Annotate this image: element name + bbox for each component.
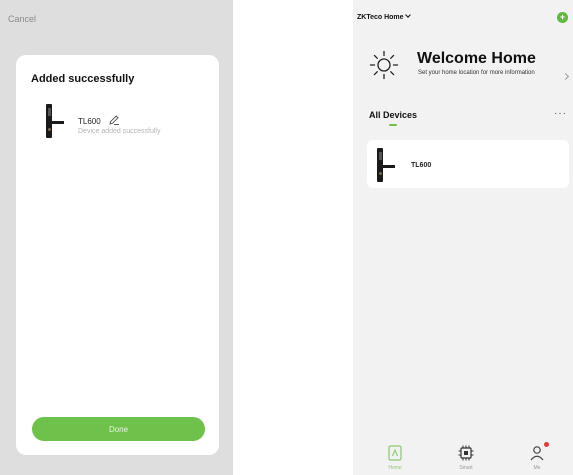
home-icon — [388, 445, 402, 461]
tab-label: Home — [388, 465, 402, 471]
sun-icon — [369, 50, 399, 80]
edit-pencil-icon[interactable] — [108, 114, 120, 126]
device-added-message: Device added successfully — [78, 128, 161, 135]
add-device-button[interactable]: + — [557, 12, 568, 23]
welcome-subtitle[interactable]: Set your home location for more informat… — [418, 70, 538, 77]
home-screen: ZKTeco Home + Welcome Home Set your home… — [353, 0, 573, 475]
bottom-tab-bar: Home Smart Me — [353, 438, 573, 475]
device-name-label: TL600 — [411, 162, 432, 169]
done-button[interactable]: Done — [32, 417, 205, 441]
tab-label: Smart — [459, 465, 473, 471]
device-card-tl600[interactable]: TL600 — [367, 140, 569, 188]
tab-label: Me — [533, 465, 541, 471]
profile-icon — [530, 446, 544, 461]
tab-smart[interactable]: Smart — [446, 438, 486, 475]
welcome-title: Welcome Home — [417, 50, 536, 67]
success-title: Added successfully — [31, 73, 135, 85]
cancel-button[interactable]: Cancel — [8, 14, 36, 24]
added-device-item: TL600 Device added successfully — [26, 97, 211, 143]
chevron-right-icon[interactable] — [561, 72, 570, 81]
device-name-label: TL600 — [78, 117, 101, 126]
success-card: Added successfully TL600 Device added su… — [16, 55, 219, 455]
active-tab-indicator — [389, 124, 397, 126]
tab-me[interactable]: Me — [517, 438, 557, 475]
home-name-label: ZKTeco Home — [357, 14, 404, 21]
notification-badge — [544, 442, 549, 447]
tab-all-devices[interactable]: All Devices — [369, 110, 417, 120]
home-selector[interactable]: ZKTeco Home — [357, 12, 411, 21]
chevron-down-icon — [404, 12, 411, 18]
add-device-screen: Cancel Added successfully TL600 Device a… — [0, 0, 233, 475]
more-options-icon[interactable]: ··· — [554, 108, 567, 119]
tab-home[interactable]: Home — [375, 438, 415, 475]
smart-chip-icon — [458, 445, 474, 461]
